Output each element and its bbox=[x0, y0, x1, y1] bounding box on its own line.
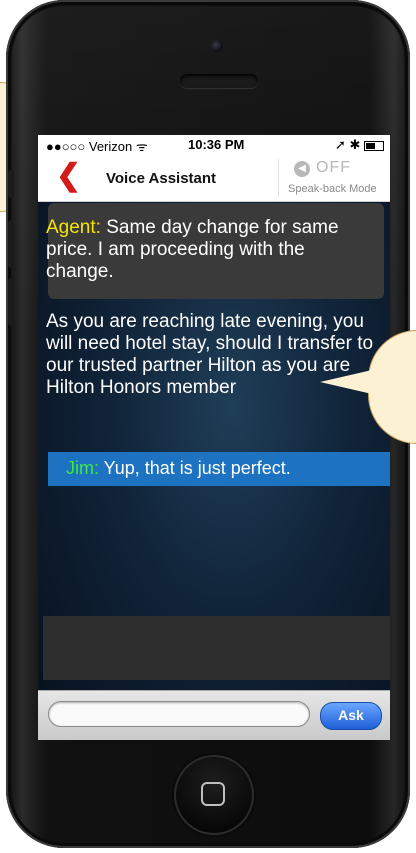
speak-back-toggle[interactable]: ◀ OFF Speak-back Mode bbox=[282, 157, 390, 199]
home-button-icon bbox=[201, 782, 225, 806]
front-camera bbox=[211, 40, 223, 52]
ask-bar: Ask bbox=[38, 690, 390, 740]
speak-back-label: Speak-back Mode bbox=[288, 183, 377, 195]
nav-divider bbox=[278, 159, 279, 197]
status-bar: ●●○○○ Verizon ᯤ 10:36 PM ➚ ✱ bbox=[38, 135, 390, 155]
callout-pointer bbox=[320, 370, 372, 394]
agent-message: Agent: Same day change for same price. I… bbox=[46, 217, 366, 283]
volume-up-button bbox=[8, 220, 14, 268]
carrier-signal: ●●○○○ Verizon ᯤ bbox=[46, 139, 148, 154]
user-message-text: Yup, that is just perfect. bbox=[99, 458, 291, 478]
user-message: Jim: Yup, that is just perfect. bbox=[66, 458, 291, 479]
home-button[interactable] bbox=[174, 755, 254, 835]
status-time: 10:36 PM bbox=[188, 137, 245, 152]
earpiece-speaker bbox=[180, 74, 258, 88]
chevron-left-icon[interactable]: ❮ bbox=[56, 161, 81, 191]
phone-screen: ●●○○○ Verizon ᯤ 10:36 PM ➚ ✱ ❮ Voice Ass… bbox=[38, 135, 390, 740]
speak-back-state: OFF bbox=[316, 159, 351, 176]
ask-button[interactable]: Ask bbox=[320, 702, 382, 730]
status-right-icons: ➚ ✱ bbox=[335, 137, 384, 153]
location-bluetooth-icons: ➚ ✱ bbox=[334, 137, 361, 152]
speaker-icon: ◀ bbox=[294, 161, 310, 177]
empty-response-panel bbox=[43, 616, 390, 680]
volume-down-button bbox=[8, 278, 14, 326]
mute-switch bbox=[8, 170, 14, 198]
user-message-bar: Jim: Yup, that is just perfect. bbox=[48, 452, 390, 486]
battery-icon bbox=[364, 140, 384, 151]
agent-name-label: Agent: bbox=[46, 217, 101, 238]
nav-bar: ❮ Voice Assistant ◀ OFF Speak-back Mode bbox=[38, 155, 390, 202]
page-title: Voice Assistant bbox=[106, 170, 217, 187]
ask-input[interactable] bbox=[48, 701, 310, 727]
user-name-label: Jim: bbox=[66, 458, 99, 478]
